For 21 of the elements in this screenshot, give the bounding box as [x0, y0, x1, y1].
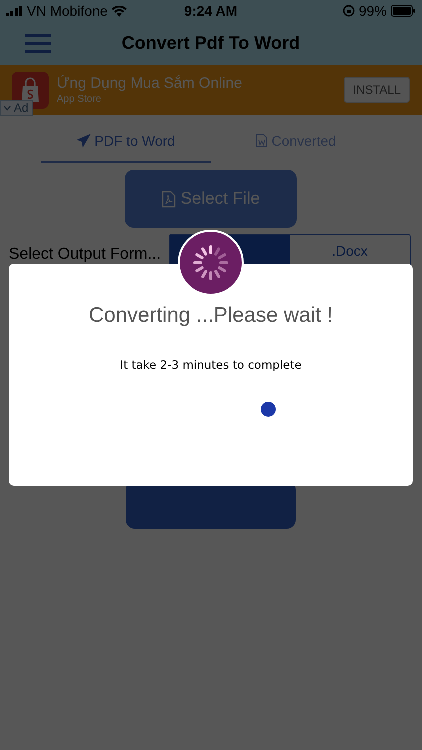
clock-time: 9:24 AM — [184, 3, 238, 19]
wifi-icon — [112, 6, 127, 16]
dialog-title: Converting ...Please wait ! — [89, 304, 333, 328]
ad-source: App Store — [57, 94, 102, 105]
ad-label: Ad — [14, 101, 29, 115]
ad-title: Ứng Dụng Mua Sắm Online — [57, 75, 244, 92]
carrier-name: VN Mobifone — [27, 3, 108, 19]
battery-percent: 99% — [358, 3, 387, 19]
screen-title: Convert Pdf To Word — [122, 33, 300, 54]
dialog-message: It take 2-3 minutes to complete — [120, 358, 302, 372]
paper-plane-icon — [76, 134, 91, 148]
tab[interactable]: PDF to Word — [41, 121, 211, 163]
word-document-icon — [256, 134, 268, 148]
ad-badge[interactable]: Ad — [0, 100, 33, 116]
battery-icon — [391, 5, 416, 17]
signal-icon — [6, 6, 23, 16]
chevron-down-icon — [4, 106, 11, 110]
output-format-label: Select Output Form... — [9, 246, 162, 264]
pdf-file-icon — [162, 190, 176, 208]
rotation-lock-icon — [342, 5, 355, 17]
loading-dot-icon — [261, 402, 276, 417]
